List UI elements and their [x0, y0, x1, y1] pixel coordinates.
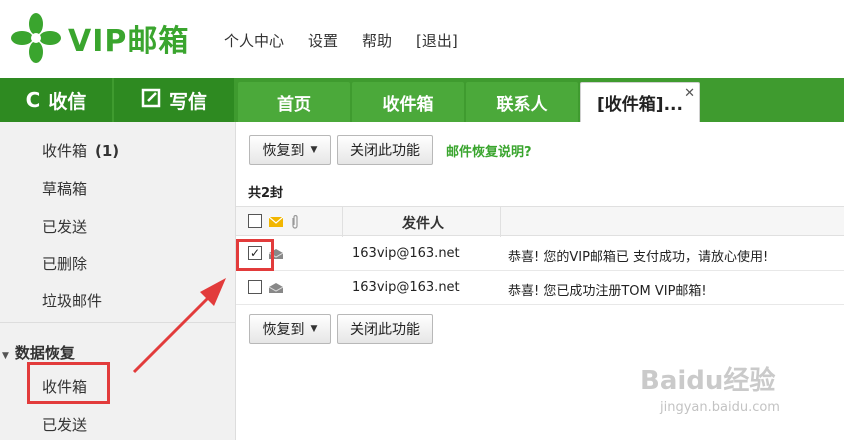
watermark-logo: Baidu经验	[640, 366, 776, 396]
watermark-url: jingyan.baidu.com	[660, 400, 780, 415]
